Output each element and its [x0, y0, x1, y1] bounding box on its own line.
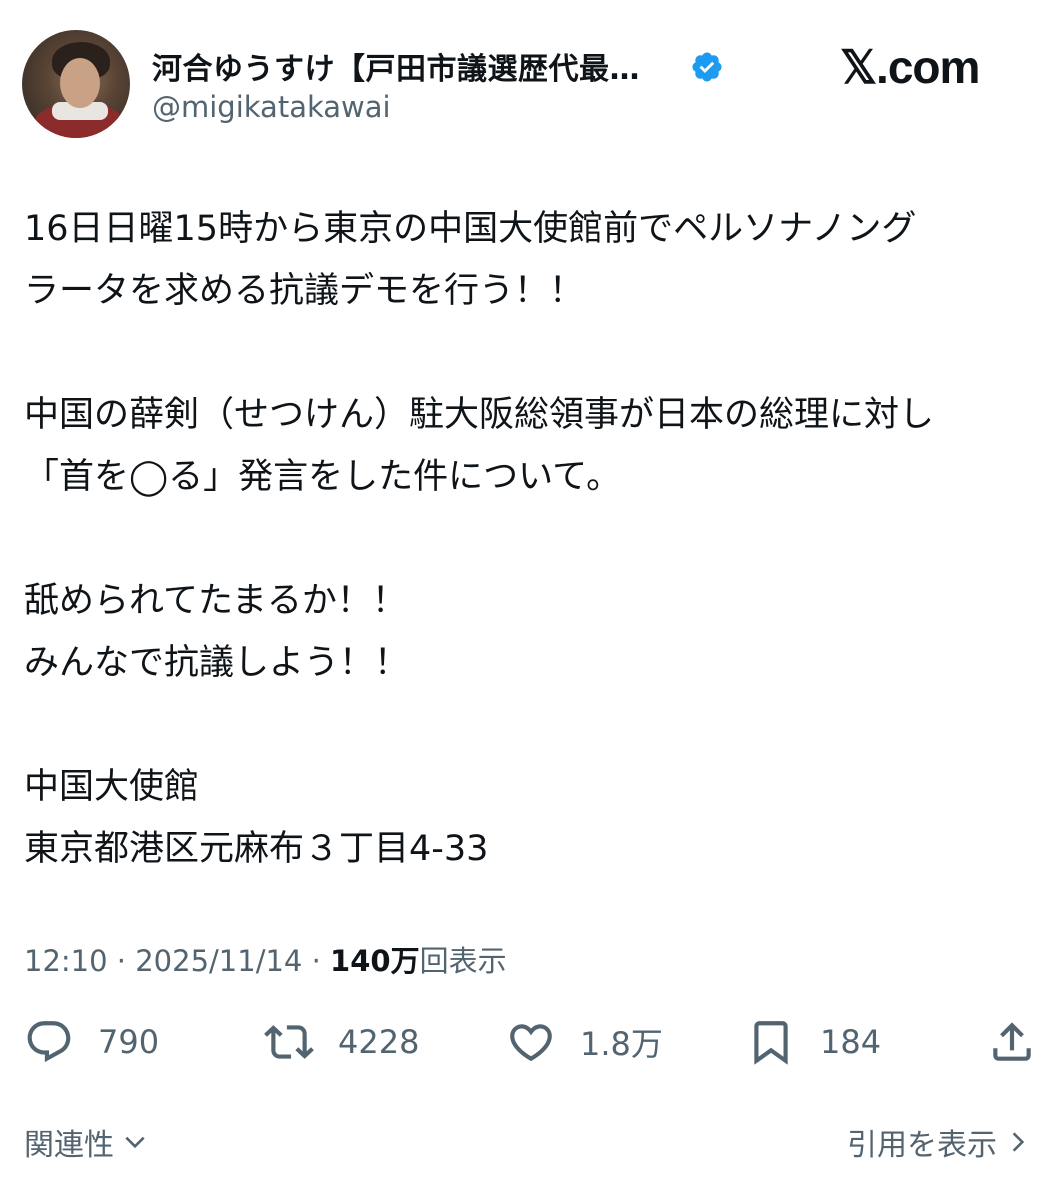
- bookmark-button[interactable]: 184: [746, 1010, 881, 1074]
- x-com-logo: 𝕏.com: [840, 41, 980, 93]
- share-icon: [993, 1022, 1031, 1061]
- author-handle[interactable]: @migikatakawai: [152, 90, 391, 124]
- reply-button[interactable]: 790: [24, 1010, 159, 1074]
- verified-badge-icon: [692, 52, 722, 82]
- view-quotes-link[interactable]: 引用を表示: [847, 1120, 1031, 1164]
- tweet-date[interactable]: 2025/11/14: [135, 944, 302, 978]
- share-button[interactable]: [987, 1010, 1037, 1074]
- meta-separator: ·: [116, 944, 127, 978]
- views-count: 140万: [330, 944, 420, 978]
- bookmark-count: 184: [820, 1023, 882, 1061]
- tweet-time[interactable]: 12:10: [24, 944, 108, 978]
- reply-icon: [27, 1021, 71, 1063]
- bookmark-icon: [754, 1021, 788, 1065]
- repost-button[interactable]: 4228: [264, 1010, 419, 1074]
- tweet-text: 16日日曜15時から東京の中国大使館前でペルソナノング ラータを求める抗議デモを…: [24, 209, 935, 869]
- chevron-right-icon: [1012, 1132, 1025, 1152]
- heart-icon: [510, 1024, 552, 1062]
- chevron-down-icon: [125, 1136, 145, 1149]
- related-sort-dropdown[interactable]: 関連性: [24, 1120, 148, 1164]
- repost-count: 4228: [338, 1023, 420, 1061]
- action-bar: 790 4228 1.8万 184: [0, 1010, 1055, 1074]
- author-display-name[interactable]: 河合ゆうすけ【戸田市議選歴代最…: [152, 44, 640, 88]
- like-count: 1.8万: [580, 1025, 663, 1063]
- author-avatar[interactable]: [22, 30, 130, 138]
- tweet-meta: 12:10 · 2025/11/14 · 140万回表示: [24, 938, 507, 980]
- views-label: 回表示: [419, 944, 507, 978]
- repost-icon: [264, 1025, 314, 1059]
- view-quotes-label: 引用を表示: [847, 1128, 997, 1163]
- reply-count: 790: [98, 1023, 160, 1061]
- avatar-face: [60, 58, 100, 108]
- related-label: 関連性: [24, 1128, 114, 1163]
- meta-separator: ·: [311, 944, 321, 978]
- like-button[interactable]: 1.8万: [506, 1010, 663, 1074]
